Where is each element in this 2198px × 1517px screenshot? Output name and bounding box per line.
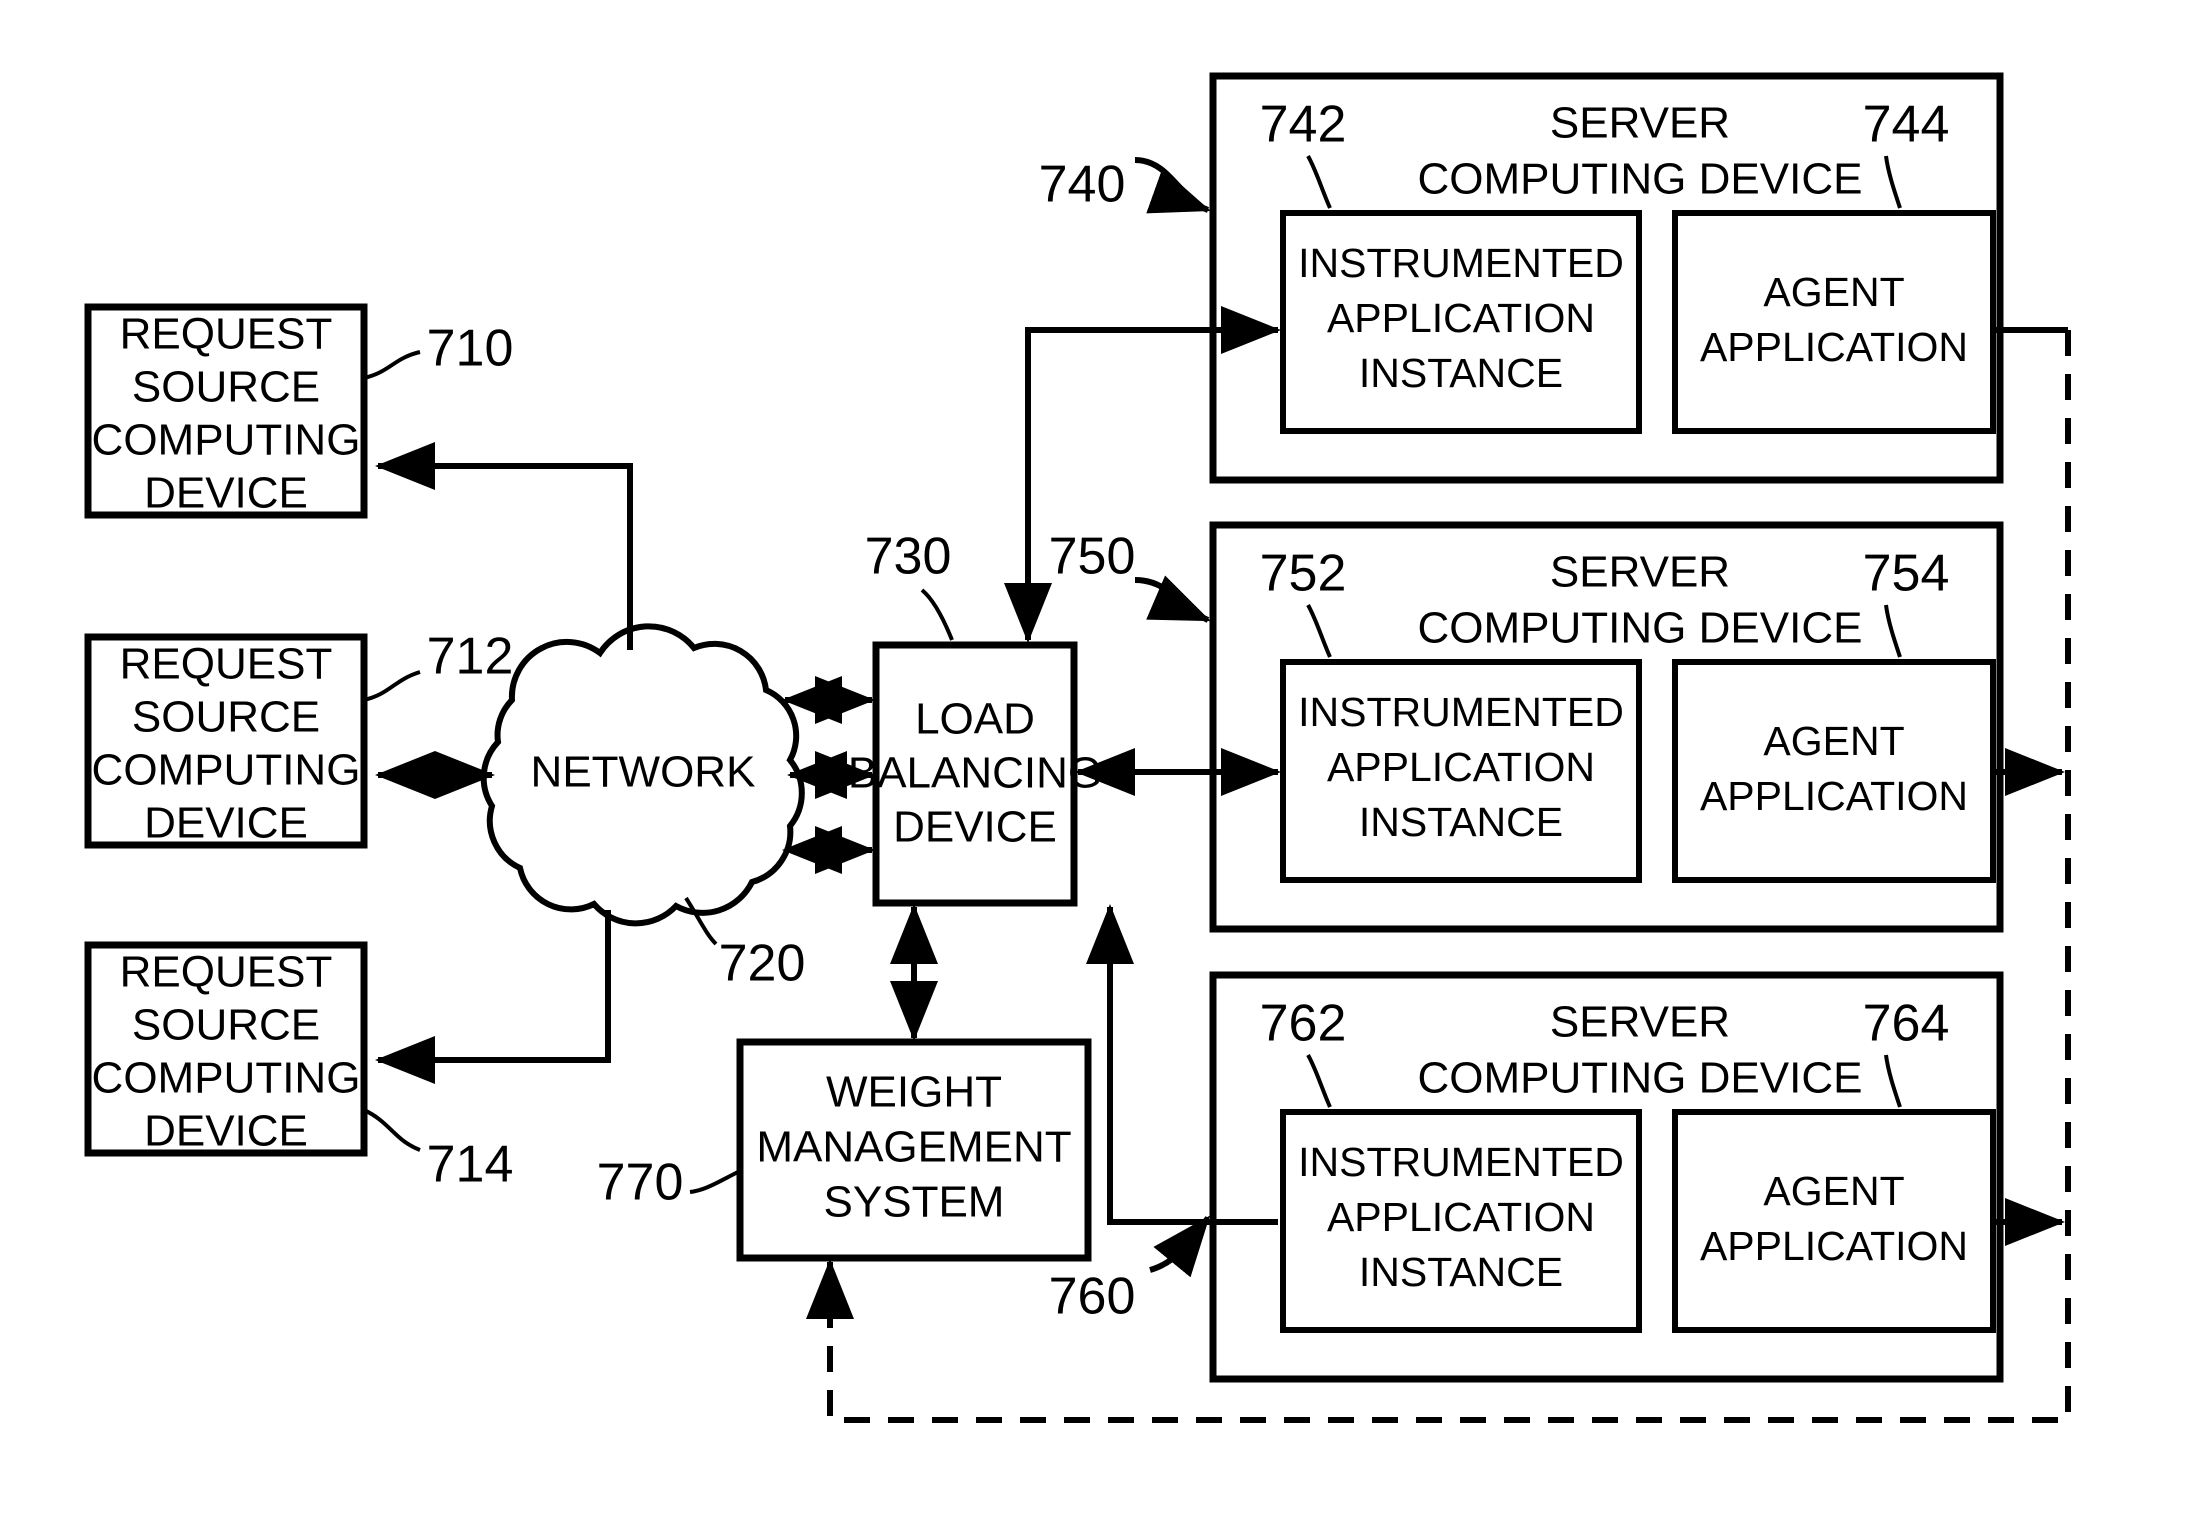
server-740-agent-line-1: APPLICATION (1700, 324, 1968, 370)
ref-752: 752 (1260, 545, 1347, 603)
server-computing-device-760: SERVER COMPUTING DEVICE INSTRUMENTED APP… (1049, 971, 2004, 1383)
request-source-710-line-2: COMPUTING (92, 416, 361, 465)
ref-714: 714 (427, 1136, 514, 1194)
server-760-app-line-0: INSTRUMENTED (1298, 1139, 1624, 1185)
ref-750: 750 (1049, 528, 1136, 586)
server-750-app-line-1: APPLICATION (1327, 744, 1595, 790)
ref-720: 720 (719, 935, 806, 993)
ref-712: 712 (427, 628, 514, 686)
leader-760 (1149, 1215, 1211, 1278)
leader-714 (363, 1108, 421, 1152)
server-740-app-line-1: APPLICATION (1327, 295, 1595, 341)
request-source-712-line-2: COMPUTING (92, 746, 361, 795)
wms-line-2: SYSTEM (824, 1178, 1005, 1227)
load-balancer-line-1: BALANCING (848, 749, 1102, 798)
patent-figure-page: REQUEST SOURCE COMPUTING DEVICE 710 REQU… (0, 0, 2198, 1517)
request-source-714-line-2: COMPUTING (92, 1054, 361, 1103)
server-760-title-0: SERVER (1550, 998, 1730, 1047)
server-750-title-1: COMPUTING DEVICE (1418, 604, 1863, 653)
request-source-712-line-3: DEVICE (144, 799, 308, 848)
server-760-agent-box (1672, 1109, 1996, 1333)
conn-network-to-714 (375, 910, 611, 1084)
load-balancer-line-2: DEVICE (893, 803, 1057, 852)
leader-740 (1134, 157, 1211, 214)
request-source-device-710: REQUEST SOURCE COMPUTING DEVICE 710 (84, 303, 514, 519)
ref-762: 762 (1260, 995, 1347, 1053)
server-740-app-line-2: INSTANCE (1359, 350, 1563, 396)
leader-712 (363, 670, 421, 702)
ref-764: 764 (1863, 995, 1950, 1053)
request-source-710-line-1: SOURCE (132, 363, 320, 412)
ref-754: 754 (1863, 545, 1950, 603)
ref-730: 730 (865, 528, 952, 586)
server-740-title-1: COMPUTING DEVICE (1418, 155, 1863, 204)
ref-760: 760 (1049, 1268, 1136, 1326)
server-750-agent-line-0: AGENT (1763, 718, 1904, 764)
server-740-title-0: SERVER (1550, 99, 1730, 148)
request-source-710-line-3: DEVICE (144, 469, 308, 518)
leader-730 (920, 588, 954, 641)
ref-710: 710 (427, 320, 514, 378)
load-balancer-line-0: LOAD (915, 695, 1035, 744)
server-760-agent-line-0: AGENT (1763, 1168, 1904, 1214)
wms-line-0: WEIGHT (826, 1068, 1002, 1117)
network-cloud: NETWORK 720 (480, 623, 806, 993)
weight-management-system: WEIGHT MANAGEMENT SYSTEM 770 (597, 1038, 1092, 1262)
ref-740: 740 (1039, 156, 1126, 214)
request-source-714-line-3: DEVICE (144, 1107, 308, 1156)
ref-742: 742 (1260, 96, 1347, 154)
server-760-app-line-2: INSTANCE (1359, 1249, 1563, 1295)
ref-770: 770 (597, 1154, 684, 1212)
request-source-714-line-0: REQUEST (120, 948, 333, 997)
conn-network-to-710 (375, 442, 633, 650)
request-source-712-line-0: REQUEST (120, 640, 333, 689)
leader-710 (363, 350, 421, 380)
wms-line-1: MANAGEMENT (756, 1123, 1071, 1172)
server-740-agent-line-0: AGENT (1763, 269, 1904, 315)
block-diagram: REQUEST SOURCE COMPUTING DEVICE 710 REQU… (84, 72, 2071, 1423)
request-source-714-line-1: SOURCE (132, 1001, 320, 1050)
server-computing-device-740: SERVER COMPUTING DEVICE INSTRUMENTED APP… (1039, 72, 2004, 484)
server-750-app-line-0: INSTRUMENTED (1298, 689, 1624, 735)
request-source-710-line-0: REQUEST (120, 310, 333, 359)
leader-770 (689, 1170, 739, 1194)
server-740-agent-box (1672, 210, 1996, 434)
server-750-title-0: SERVER (1550, 548, 1730, 597)
server-740-app-line-0: INSTRUMENTED (1298, 240, 1624, 286)
server-760-agent-line-1: APPLICATION (1700, 1223, 1968, 1269)
server-750-agent-line-1: APPLICATION (1700, 773, 1968, 819)
server-760-app-line-1: APPLICATION (1327, 1194, 1595, 1240)
server-750-agent-box (1672, 659, 1996, 883)
network-label: NETWORK (531, 748, 756, 797)
ref-744: 744 (1863, 96, 1950, 154)
leader-750 (1134, 575, 1211, 623)
server-computing-device-750: SERVER COMPUTING DEVICE INSTRUMENTED APP… (1049, 521, 2004, 933)
request-source-712-line-1: SOURCE (132, 693, 320, 742)
request-source-device-714: REQUEST SOURCE COMPUTING DEVICE 714 (84, 941, 514, 1194)
server-760-title-1: COMPUTING DEVICE (1418, 1054, 1863, 1103)
server-750-app-line-2: INSTANCE (1359, 799, 1563, 845)
request-source-device-712: REQUEST SOURCE COMPUTING DEVICE 712 (84, 628, 514, 849)
